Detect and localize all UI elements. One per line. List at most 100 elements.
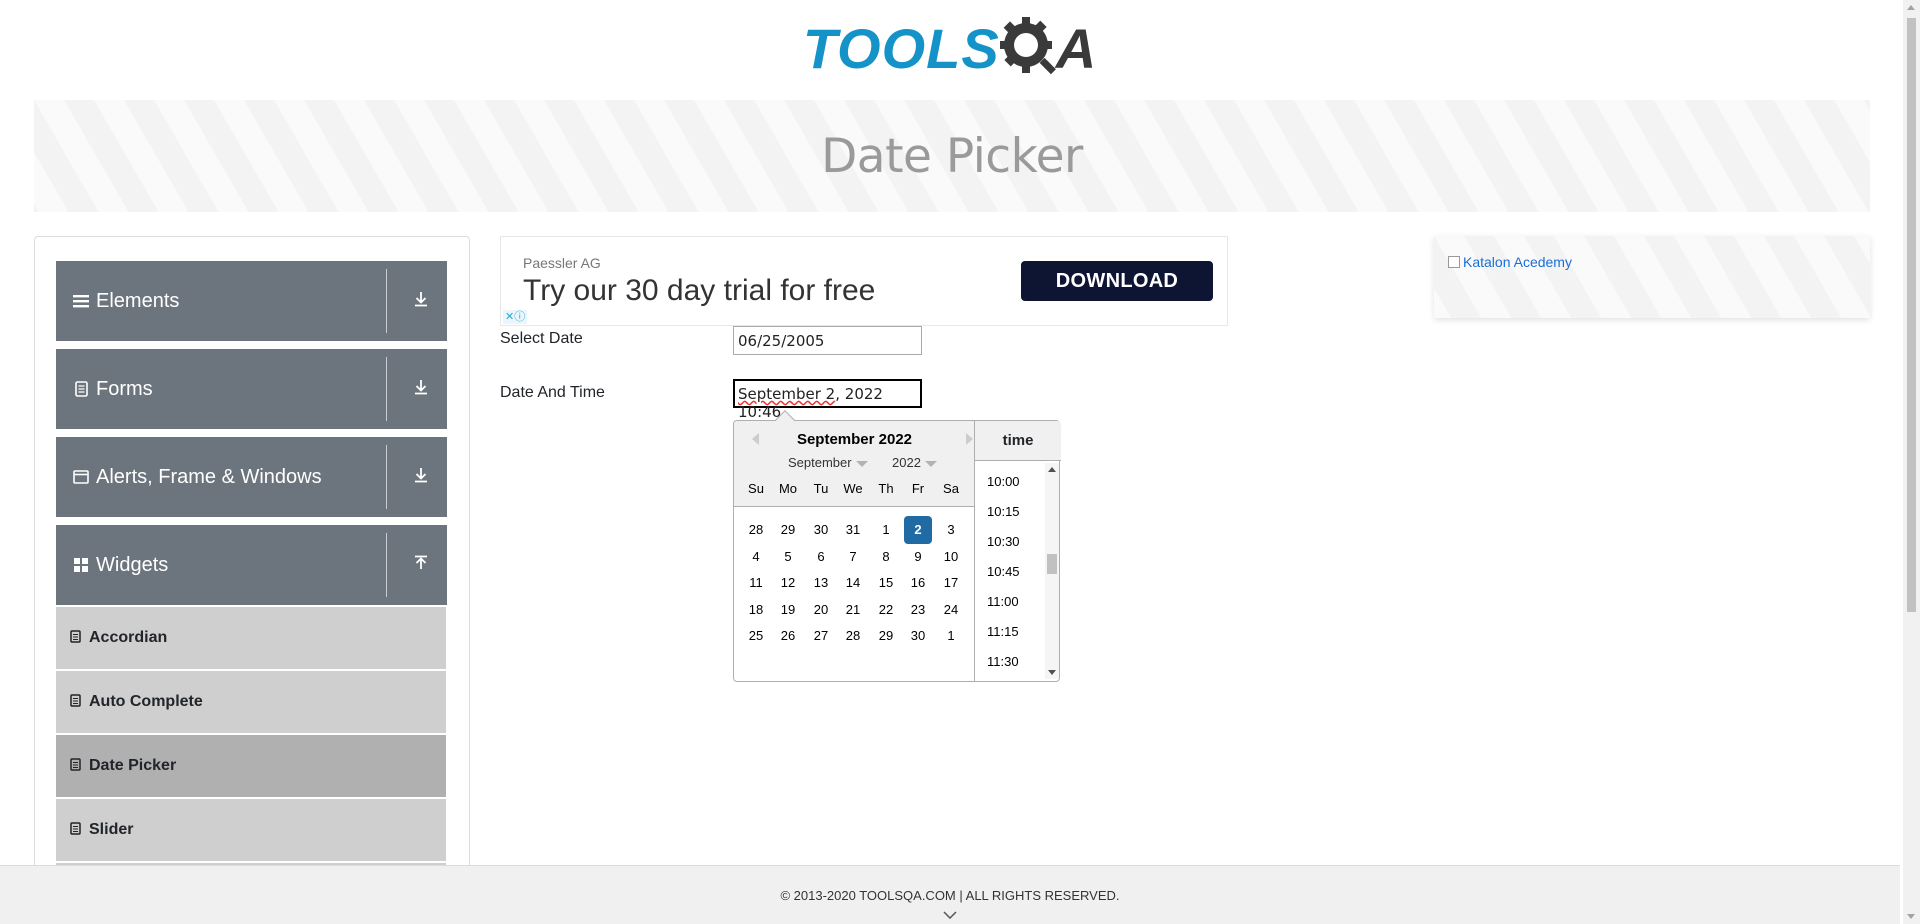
calendar-day[interactable]: 17 [937, 569, 965, 597]
logo-text-tools: TOOLS [802, 16, 1000, 80]
scroll-thumb[interactable] [1047, 554, 1057, 574]
sidebar-item-accordian[interactable]: Accordian [56, 607, 446, 669]
select-date-input[interactable]: 06/25/2005 [733, 326, 922, 355]
sidebar-item-label: Auto Complete [89, 693, 203, 710]
calendar-day[interactable]: 12 [774, 569, 802, 597]
calendar-day[interactable]: 6 [807, 543, 835, 571]
header: TOOLS A [0, 0, 1900, 96]
sidebar-item-auto-complete[interactable]: Auto Complete [56, 671, 446, 733]
ad-advertiser: Paessler AG [523, 255, 601, 271]
calendar-day[interactable]: 30 [904, 622, 932, 650]
time-option[interactable]: 11:30 [987, 654, 1019, 669]
window-icon [72, 468, 90, 486]
download-arrow-icon[interactable] [401, 291, 441, 312]
katalon-ad-image[interactable]: Katalon Acedemy [1448, 254, 1572, 270]
calendar-day[interactable]: 24 [937, 596, 965, 624]
calendar-day[interactable]: 11 [742, 569, 770, 597]
time-scrollbar[interactable] [1045, 463, 1059, 679]
calendar-day[interactable]: 14 [839, 569, 867, 597]
current-month-title: September 2022 [796, 431, 913, 448]
calendar-day[interactable]: 28 [742, 516, 770, 544]
time-option[interactable]: 10:15 [987, 504, 1020, 519]
calendar-day[interactable]: 27 [807, 622, 835, 650]
sidebar-group-widgets[interactable]: Widgets [56, 525, 447, 605]
time-option[interactable]: 10:00 [987, 474, 1020, 489]
selected-day[interactable]: 2 [904, 516, 932, 544]
calendar-day[interactable]: 31 [839, 516, 867, 544]
list-item-icon [70, 822, 81, 838]
download-arrow-icon[interactable] [401, 379, 441, 400]
calendar-day[interactable]: 19 [774, 596, 802, 624]
scroll-down-icon[interactable] [1048, 670, 1056, 675]
calendar-day[interactable]: 1 [872, 516, 900, 544]
month-select-value: September [788, 455, 852, 470]
calendar-day[interactable]: 16 [904, 569, 932, 597]
sidebar-group-label: Widgets [96, 553, 169, 576]
next-month-icon[interactable] [966, 433, 973, 445]
calendar-day[interactable]: 25 [742, 622, 770, 650]
calendar-day[interactable]: 21 [839, 596, 867, 624]
time-header: time [975, 421, 1061, 461]
sidebar-group-forms[interactable]: Forms [56, 349, 447, 429]
calendar-day[interactable]: 4 [742, 543, 770, 571]
scroll-up-icon[interactable] [1048, 467, 1056, 472]
toolsqa-logo[interactable]: TOOLS A [803, 15, 1097, 81]
calendar-day[interactable]: 3 [937, 516, 965, 544]
calendar-day[interactable]: 1 [937, 622, 965, 650]
sidebar-group-label: Forms [96, 377, 153, 400]
scroll-thumb[interactable] [1907, 18, 1916, 612]
time-option[interactable]: 11:00 [987, 594, 1019, 609]
divider [386, 445, 387, 509]
calendar-header: September 2022 September 2022 Su Mo Tu W… [734, 421, 975, 507]
year-select[interactable]: 2022 [892, 455, 937, 470]
gear-magnifier-icon [999, 17, 1056, 75]
sidebar-group-label: Alerts, Frame & Windows [96, 465, 322, 488]
download-arrow-icon[interactable] [401, 467, 441, 488]
ad-download-button[interactable]: DOWNLOAD [1021, 261, 1213, 301]
calendar-day[interactable]: 5 [774, 543, 802, 571]
ad-headline[interactable]: Try our 30 day trial for free [523, 274, 875, 308]
chevron-down-icon[interactable] [943, 908, 957, 922]
katalon-ad-alt: Katalon Acedemy [1463, 254, 1572, 270]
time-option[interactable]: 10:30 [987, 534, 1020, 549]
calendar-day[interactable]: 29 [872, 622, 900, 650]
weekday-header: Th [878, 481, 894, 496]
sidebar-item-label: Date Picker [89, 757, 177, 774]
calendar-day[interactable]: 9 [904, 543, 932, 571]
sidebar-item-slider[interactable]: Slider [56, 799, 446, 861]
divider [386, 269, 387, 333]
time-option[interactable]: 10:45 [987, 564, 1020, 579]
month-select[interactable]: September [788, 455, 868, 470]
calendar-day[interactable]: 29 [774, 516, 802, 544]
sidebar-item-date-picker[interactable]: Date Picker [56, 735, 446, 797]
ad-banner[interactable]: Paessler AG Try our 30 day trial for fre… [500, 236, 1228, 326]
scroll-down-icon[interactable] [1907, 914, 1915, 919]
calendar-day[interactable]: 7 [839, 543, 867, 571]
calendar-day[interactable]: 23 [904, 596, 932, 624]
calendar: September 2022 September 2022 Su Mo Tu W… [734, 421, 975, 681]
calendar-day[interactable]: 30 [807, 516, 835, 544]
calendar-day[interactable]: 20 [807, 596, 835, 624]
calendar-day[interactable]: 10 [937, 543, 965, 571]
time-option[interactable]: 11:15 [987, 624, 1019, 639]
adchoices-icon[interactable]: ✕ⓘ [503, 310, 528, 324]
scroll-up-icon[interactable] [1907, 5, 1915, 10]
calendar-day[interactable]: 15 [872, 569, 900, 597]
calendar-day[interactable]: 18 [742, 596, 770, 624]
upload-arrow-icon[interactable] [401, 555, 441, 576]
calendar-day[interactable]: 8 [872, 543, 900, 571]
page-scrollbar[interactable] [1903, 0, 1920, 924]
page-banner: Date Picker [34, 100, 1870, 212]
right-ad-banner[interactable]: Katalon Acedemy [1434, 236, 1870, 318]
document-icon [72, 380, 90, 398]
sidebar-group-alerts[interactable]: Alerts, Frame & Windows [56, 437, 447, 517]
calendar-day[interactable]: 13 [807, 569, 835, 597]
calendar-day[interactable]: 26 [774, 622, 802, 650]
date-and-time-input[interactable]: September 2, 2022 10:46 [733, 379, 922, 421]
calendar-day[interactable]: 28 [839, 622, 867, 650]
calendar-day[interactable]: 22 [872, 596, 900, 624]
list-item-icon [70, 630, 81, 646]
sidebar-group-elements[interactable]: Elements [56, 261, 447, 341]
weekday-header: Su [748, 481, 764, 496]
logo-text-a: A [1055, 16, 1098, 80]
